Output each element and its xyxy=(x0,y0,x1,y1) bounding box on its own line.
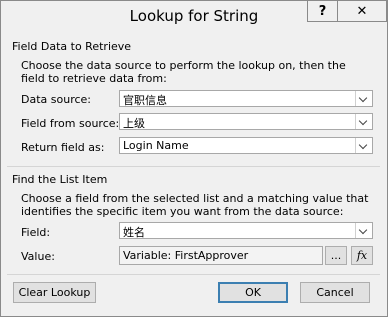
close-button[interactable]: ✕ xyxy=(337,1,387,22)
dialog-body: Field Data to Retrieve Choose the data s… xyxy=(7,32,380,309)
data-source-value: 官职信息 xyxy=(123,94,167,107)
find-field-select[interactable]: 姓名 xyxy=(119,222,373,239)
title-bar: Lookup for String ? ✕ xyxy=(1,1,387,32)
return-field-select[interactable]: Login Name xyxy=(119,137,373,154)
value-text: Variable: FirstApprover xyxy=(123,249,249,262)
value-field[interactable]: Variable: FirstApprover xyxy=(119,246,323,265)
section-divider xyxy=(7,274,380,275)
help-button[interactable]: ? xyxy=(307,1,338,22)
ok-button[interactable]: OK xyxy=(218,282,288,303)
field-from-source-select[interactable]: 上级 xyxy=(119,113,373,130)
retrieve-section-heading: Field Data to Retrieve xyxy=(12,40,132,53)
return-field-value: Login Name xyxy=(123,139,189,152)
find-field-label: Field: xyxy=(21,226,51,239)
formula-button[interactable]: fx xyxy=(351,246,373,265)
chevron-down-icon[interactable] xyxy=(355,114,372,129)
data-source-select[interactable]: 官职信息 xyxy=(119,90,373,107)
find-field-value: 姓名 xyxy=(123,226,145,239)
find-section-heading: Find the List Item xyxy=(12,173,108,186)
find-description: Choose a field from the selected list an… xyxy=(21,192,369,218)
field-from-source-label: Field from source: xyxy=(21,117,120,130)
clear-lookup-button[interactable]: Clear Lookup xyxy=(13,282,96,303)
value-label: Value: xyxy=(21,250,55,263)
section-divider xyxy=(7,166,380,167)
field-from-source-value: 上级 xyxy=(123,117,145,130)
data-source-label: Data source: xyxy=(21,93,91,106)
chevron-down-icon[interactable] xyxy=(355,223,372,238)
cancel-button[interactable]: Cancel xyxy=(300,282,370,303)
browse-button[interactable]: ... xyxy=(325,246,347,265)
retrieve-description: Choose the data source to perform the lo… xyxy=(21,59,346,85)
return-field-label: Return field as: xyxy=(21,141,105,154)
chevron-down-icon[interactable] xyxy=(355,138,372,153)
chevron-down-icon[interactable] xyxy=(355,91,372,106)
lookup-dialog: Lookup for String ? ✕ Field Data to Retr… xyxy=(0,0,388,317)
